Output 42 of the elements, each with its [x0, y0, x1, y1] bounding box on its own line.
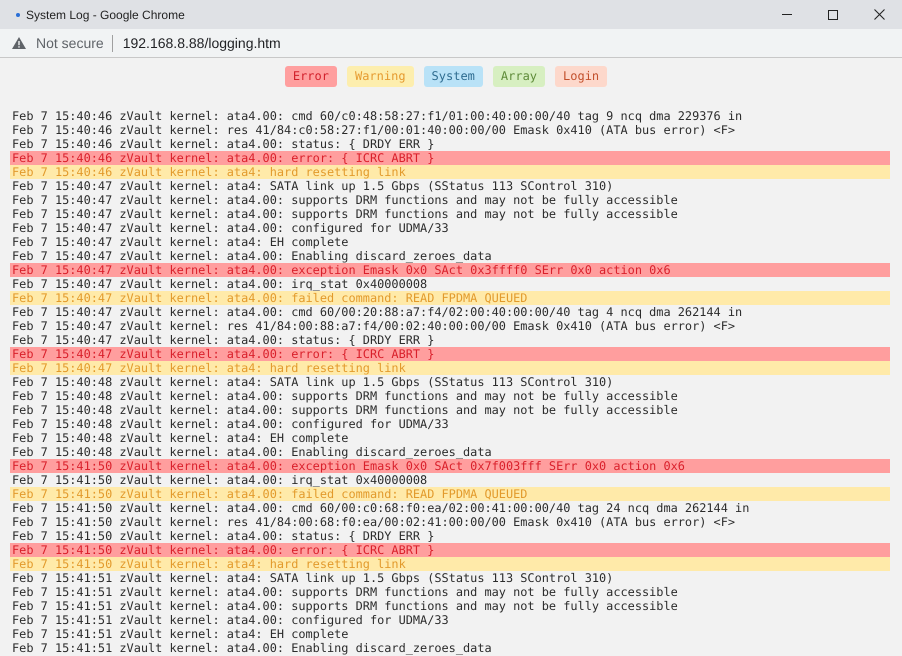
- log-line: Feb 7 15:40:47 zVault kernel: ata4.00: status: { DRDY ERR }: [11, 333, 436, 347]
- log-line: Feb 7 15:41:51 zVault kernel: ata4.00: supports DRM functions and may not be fully accessible: [11, 585, 679, 599]
- log-line: Feb 7 15:40:47 zVault kernel: ata4.00: supports DRM functions and may not be fully accessible: [11, 193, 679, 207]
- log-line: Feb 7 15:41:50 zVault kernel: res 41/84:00:68:f0:ea/00:02:41:00:00/00 Emask 0x410 (ATA bus error) <F>: [11, 515, 736, 529]
- log-line: Feb 7 15:41:51 zVault kernel: ata4: SATA link up 1.5 Gbps (SStatus 113 SControl 310): [11, 571, 614, 585]
- log-line: Feb 7 15:40:48 zVault kernel: ata4: SATA link up 1.5 Gbps (SStatus 113 SControl 310): [11, 375, 614, 389]
- security-label[interactable]: Not secure: [36, 32, 104, 54]
- log-line: Feb 7 15:40:48 zVault kernel: ata4.00: supports DRM functions and may not be fully accessible: [11, 403, 679, 417]
- url-text[interactable]: 192.168.8.88/logging.htm: [122, 32, 281, 54]
- filter-button[interactable]: System: [424, 66, 483, 87]
- log-line: Feb 7 15:40:48 zVault kernel: ata4: EH complete: [11, 431, 350, 445]
- log-line: Feb 7 15:40:48 zVault kernel: ata4.00: supports DRM functions and may not be fully accessible: [11, 389, 679, 403]
- log-line: Feb 7 15:40:47 zVault kernel: ata4: SATA link up 1.5 Gbps (SStatus 113 SControl 310): [11, 179, 614, 193]
- log-line: Feb 7 15:40:47 zVault kernel: ata4.00: Enabling discard_zeroes_data: [11, 249, 493, 263]
- log-line: Feb 7 15:40:47 zVault kernel: ata4: EH complete: [11, 235, 350, 249]
- log-line: Feb 7 15:40:47 zVault kernel: ata4.00: irq_stat 0x40000008: [11, 277, 428, 291]
- log-line: Feb 7 15:41:51 zVault kernel: ata4: EH complete: [11, 627, 350, 641]
- log-line: Feb 7 15:40:47 zVault kernel: ata4.00: supports DRM functions and may not be fully accessible: [11, 207, 679, 221]
- filter-button[interactable]: Login: [555, 66, 608, 87]
- log-line: Feb 7 15:40:46 zVault kernel: ata4.00: status: { DRDY ERR }: [11, 137, 436, 151]
- log-line: Feb 7 15:41:51 zVault kernel: ata4.00: supports DRM functions and may not be fully accessible: [11, 599, 679, 613]
- log-line: Feb 7 15:40:48 zVault kernel: ata4.00: Enabling discard_zeroes_data: [11, 445, 493, 459]
- warning-icon[interactable]: [12, 37, 26, 49]
- window-title: System Log - Google Chrome: [26, 6, 185, 24]
- minimize-icon: [782, 14, 792, 15]
- close-icon: [874, 9, 884, 20]
- filter-button[interactable]: Warning: [346, 66, 414, 87]
- log-line: Feb 7 15:41:50 zVault kernel: ata4.00: status: { DRDY ERR }: [11, 529, 436, 543]
- log-line: Feb 7 15:40:47 zVault kernel: ata4.00: configured for UDMA/33: [11, 221, 450, 235]
- log-line: Feb 7 15:41:51 zVault kernel: ata4.00: configured for UDMA/33: [11, 613, 450, 627]
- filter-button[interactable]: Error: [284, 66, 337, 87]
- log-line: Feb 7 15:41:51 zVault kernel: ata4.00: Enabling discard_zeroes_data: [11, 641, 493, 655]
- filter-button[interactable]: Array: [492, 66, 546, 87]
- log-line: Feb 7 15:40:46 zVault kernel: ata4.00: cmd 60/c0:48:58:27:f1/01:00:40:00:00/40 tag 9 ncq dma 229376 in: [11, 109, 744, 123]
- maximize-icon: [828, 10, 838, 20]
- log-line: Feb 7 15:40:47 zVault kernel: ata4.00: cmd 60/00:20:88:a7:f4/02:00:40:00:00/40 tag 4 ncq dma 262144 in: [11, 305, 744, 319]
- log-line: Feb 7 15:41:50 zVault kernel: ata4.00: cmd 60/00:c0:68:f0:ea/02:00:41:00:00/40 tag 24 ncq dma 262144 in: [11, 501, 750, 515]
- log-line: Feb 7 15:40:47 zVault kernel: res 41/84:00:88:a7:f4/00:02:40:00:00/00 Emask 0x410 (ATA bus error) <F>: [11, 319, 736, 333]
- log-line: Feb 7 15:41:50 zVault kernel: ata4.00: irq_stat 0x40000008: [11, 473, 428, 487]
- log-line: Feb 7 15:40:48 zVault kernel: ata4.00: configured for UDMA/33: [11, 417, 450, 431]
- page-dot-icon: [16, 12, 20, 16]
- log-line: Feb 7 15:40:46 zVault kernel: res 41/84:c0:58:27:f1/00:01:40:00:00/00 Emask 0x410 (ATA bus error) <F>: [11, 123, 736, 137]
